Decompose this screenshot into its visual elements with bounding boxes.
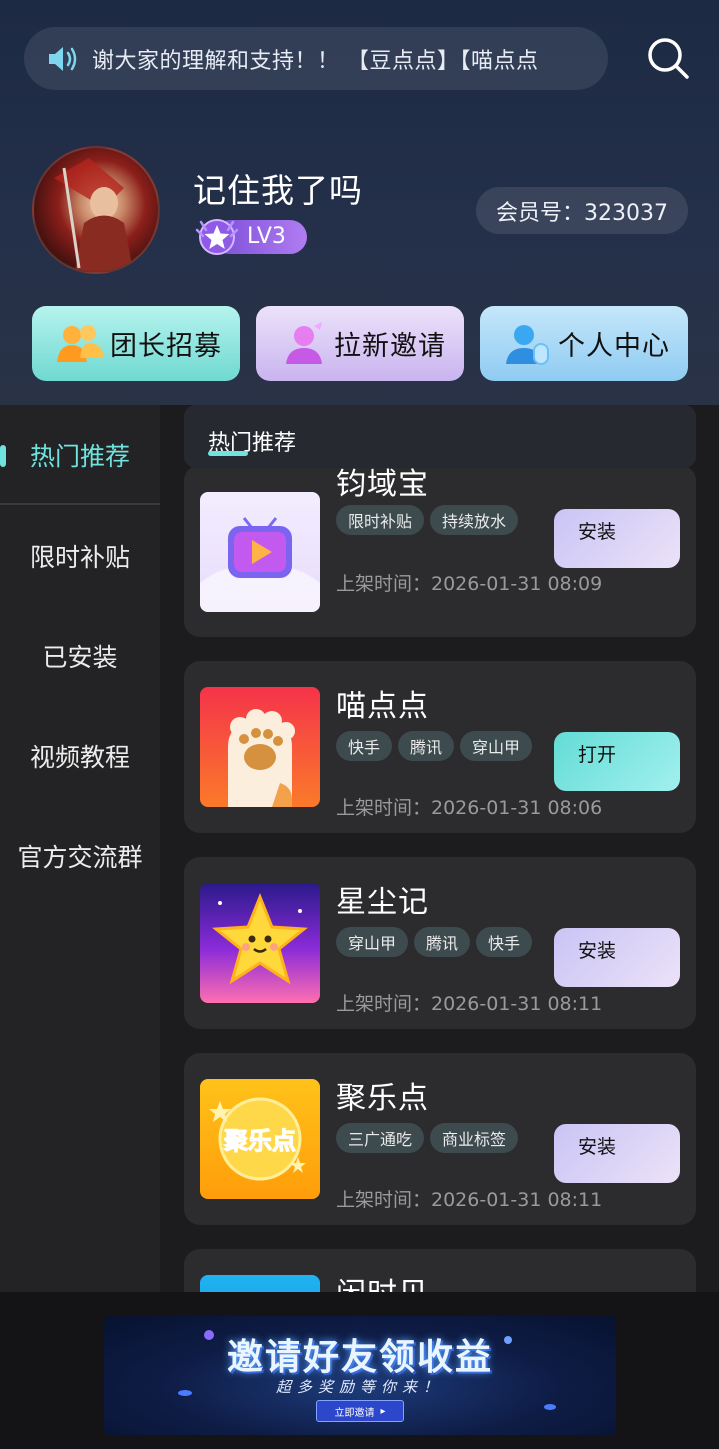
app-list[interactable]: 热门推荐 钧域宝 限时补贴 持续放水 上架时间：2026-01-31 08:09… (160, 405, 719, 1292)
app-tag: 快手 (336, 731, 393, 761)
star-face-icon (200, 883, 320, 1003)
notice-text: 谢大家的理解和支持！！ 【豆点点】【喵点点 (92, 48, 539, 74)
app-tag: 三广通吃 (336, 1123, 425, 1153)
app-name: 喵点点 (336, 689, 429, 724)
svg-text:聚乐点: 聚乐点 (223, 1127, 296, 1155)
banner-invite-button[interactable]: 立即邀请 ▸ (316, 1400, 404, 1422)
app-tag: 腾讯 (414, 927, 471, 957)
app-time: 上架时间：2026-01-31 08:09 (336, 573, 603, 595)
tv-play-icon (200, 492, 320, 612)
level-text: LV3 (247, 224, 286, 249)
app-tag: 快手 (476, 927, 533, 957)
sidebar-item-installed[interactable]: 已安装 (0, 606, 160, 706)
sidebar-item-label: 限时补贴 (29, 543, 130, 572)
section-underline (208, 451, 248, 456)
app-name: 星尘记 (336, 885, 429, 920)
app-tag: 腾讯 (398, 731, 455, 761)
open-button[interactable]: 打开 (554, 732, 680, 791)
install-button[interactable]: 安装 (554, 1124, 680, 1183)
app-card[interactable]: 聚乐点 聚乐点 三广通吃 商业标签 上架时间：2026-01-31 08:11 … (184, 1053, 696, 1225)
app-tag: 持续放水 (430, 505, 519, 535)
install-button[interactable]: 安装 (554, 509, 680, 568)
sidebar-item-group[interactable]: 官方交流群 (0, 806, 160, 906)
sidebar-item-tutorials[interactable]: 视频教程 (0, 706, 160, 806)
banner-subtitle: 超多奖励等你来！ (275, 1378, 444, 1396)
sidebar-item-label: 热门推荐 (29, 442, 130, 471)
app-name: 闲时贝 (336, 1269, 429, 1292)
app-time: 上架时间：2026-01-31 08:11 (336, 1189, 603, 1211)
bottom-area: 邀请好友领收益 超多奖励等你来！ 立即邀请 ▸ (0, 1292, 719, 1449)
sidebar-item-label: 视频教程 (29, 743, 130, 772)
invite-banner[interactable]: 邀请好友领收益 超多奖励等你来！ 立即邀请 ▸ (104, 1316, 616, 1435)
app-time: 上架时间：2026-01-31 08:11 (336, 993, 603, 1015)
install-button[interactable]: 安装 (554, 928, 680, 987)
app-card[interactable]: 星尘记 穿山甲 腾讯 快手 上架时间：2026-01-31 08:11 安装 (184, 857, 696, 1029)
app-tag: 限时补贴 (336, 505, 425, 535)
personal-center-label: 个人中心 (558, 331, 670, 362)
member-id: 会员号：323037 (476, 187, 688, 234)
group-icon (57, 324, 104, 362)
invite-new-label: 拉新邀请 (334, 331, 446, 362)
sidebar-divider (0, 503, 160, 505)
app-tags: 快手 腾讯 穿山甲 (336, 731, 533, 761)
app-tags: 三广通吃 商业标签 (336, 1123, 519, 1153)
recruit-leader-label: 团长招募 (110, 331, 222, 362)
sidebar-item-subsidy[interactable]: 限时补贴 (0, 506, 160, 606)
app-card[interactable]: 喵点点 快手 腾讯 穿山甲 上架时间：2026-01-31 08:06 打开 (184, 661, 696, 833)
sidebar-item-label: 已安装 (42, 643, 118, 672)
section-header: 热门推荐 (184, 405, 696, 468)
banner-title: 邀请好友领收益 (226, 1337, 493, 1378)
app-name: 聚乐点 (336, 1081, 429, 1116)
notice-bar[interactable]: 谢大家的理解和支持！！ 【豆点点】【喵点点 (24, 27, 608, 90)
app-card[interactable]: 闲时贝 (184, 1249, 696, 1292)
app-tags: 限时补贴 持续放水 (336, 505, 519, 535)
juledian-logo-icon: 聚乐点 (200, 1079, 320, 1199)
app-tag: 穿山甲 (336, 927, 409, 957)
app-tags: 穿山甲 腾讯 快手 (336, 927, 533, 957)
cat-paw-icon (200, 687, 320, 807)
app-card[interactable]: 钧域宝 限时补贴 持续放水 上架时间：2026-01-31 08:09 安装 (184, 465, 696, 637)
sidebar: 热门推荐 限时补贴 已安装 视频教程 官方交流群 (0, 405, 160, 1292)
invite-new-button[interactable]: 拉新邀请 (256, 306, 464, 381)
app-icon (200, 1275, 320, 1292)
app-tag: 商业标签 (430, 1123, 519, 1153)
app-time: 上架时间：2026-01-31 08:06 (336, 797, 603, 819)
avatar[interactable] (32, 146, 160, 274)
search-icon[interactable] (646, 36, 690, 80)
user-center-icon (506, 324, 549, 365)
decor-dot (544, 1404, 556, 1410)
sidebar-item-label: 官方交流群 (17, 843, 143, 872)
speaker-icon (49, 46, 77, 71)
banner-button-label: 立即邀请 (334, 1407, 375, 1419)
avatar-image (54, 158, 134, 272)
crown-star-icon (195, 219, 239, 255)
play-arrow-icon: ▸ (380, 1405, 386, 1417)
invite-icon (286, 321, 322, 364)
app-tag: 穿山甲 (460, 731, 533, 761)
recruit-leader-button[interactable]: 团长招募 (32, 306, 240, 381)
sidebar-item-hot[interactable]: 热门推荐 (0, 405, 160, 505)
level-badge: LV3 (193, 216, 308, 258)
username: 记住我了吗 (193, 171, 363, 210)
personal-center-button[interactable]: 个人中心 (480, 306, 688, 381)
